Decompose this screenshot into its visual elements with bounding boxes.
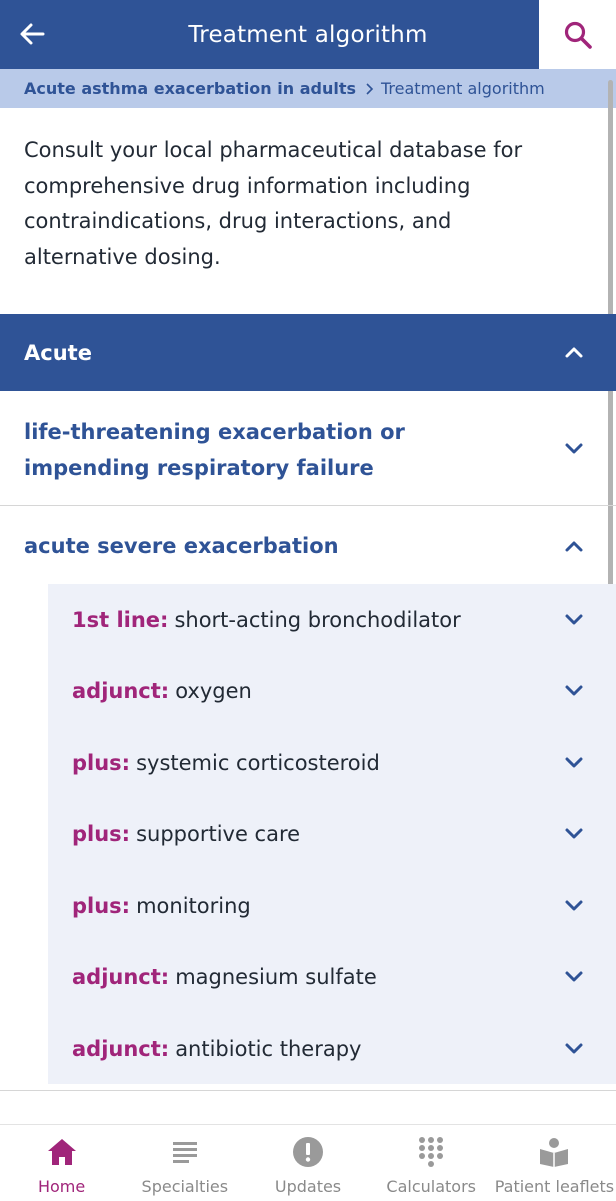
treatment-tag: plus: [72, 821, 131, 846]
treatment-text: systemic corticosteroid [136, 750, 380, 775]
nav-label: Calculators [386, 1177, 476, 1196]
nav-updates[interactable]: Updates [246, 1125, 369, 1201]
chevron-down-icon [565, 1043, 583, 1054]
leaflet-icon [537, 1135, 571, 1169]
section-title: Acute [24, 340, 92, 365]
bottom-nav: Home Specialties Updates Calculators Pat… [0, 1124, 616, 1201]
chevron-down-icon [565, 828, 583, 839]
treatment-text: antibiotic therapy [175, 1036, 362, 1061]
treatment-item[interactable]: plus: monitoring [48, 870, 616, 941]
nav-label: Updates [274, 1177, 342, 1196]
breadcrumb-current: Treatment algorithm [381, 79, 545, 98]
treatment-tag: plus: [72, 750, 131, 775]
home-icon [45, 1135, 79, 1169]
treatment-item[interactable]: adjunct: oxygen [48, 655, 616, 726]
treatment-tag: adjunct: [72, 1036, 170, 1061]
treatment-list: 1st line: short-acting bronchodilator ad… [48, 584, 616, 1084]
nav-label: Patient leaflets [494, 1177, 615, 1196]
section-header-acute[interactable]: Acute [0, 314, 616, 391]
page-title: Treatment algorithm [188, 21, 428, 48]
chevron-down-icon [565, 443, 583, 454]
treatment-text: supportive care [136, 821, 301, 846]
intro-text: Consult your local pharmaceutical databa… [24, 138, 523, 269]
group-acute-severe[interactable]: acute severe exacerbation [0, 506, 616, 584]
nav-patient-leaflets[interactable]: Patient leaflets [493, 1125, 616, 1201]
treatment-text: magnesium sulfate [175, 964, 377, 989]
breadcrumb-parent-link[interactable]: Acute asthma exacerbation in adults [24, 79, 356, 98]
treatment-text: short-acting bronchodilator [174, 607, 461, 632]
chevron-down-icon [565, 685, 583, 696]
app-bar: Treatment algorithm [0, 0, 616, 69]
treatment-tag: plus: [72, 893, 131, 918]
chevron-up-icon [565, 347, 583, 358]
treatment-tag: adjunct: [72, 964, 170, 989]
back-button[interactable] [10, 12, 54, 56]
chevron-down-icon [565, 900, 583, 911]
treatment-item[interactable]: adjunct: magnesium sulfate [48, 941, 616, 1012]
treatment-text: monitoring [136, 893, 251, 918]
treatment-text: oxygen [175, 678, 252, 703]
nav-calculators[interactable]: Calculators [370, 1125, 493, 1201]
breadcrumb: Acute asthma exacerbation in adults Trea… [0, 69, 616, 108]
group-title: acute severe exacerbation [24, 534, 339, 558]
treatment-item[interactable]: plus: systemic corticosteroid [48, 727, 616, 798]
treatment-item[interactable]: adjunct: antibiotic therapy [48, 1013, 616, 1084]
chevron-down-icon [565, 614, 583, 625]
alert-icon [291, 1135, 325, 1169]
chevron-right-icon [364, 82, 374, 95]
treatment-item[interactable]: plus: supportive care [48, 798, 616, 869]
treatment-item[interactable]: 1st line: short-acting bronchodilator [48, 584, 616, 655]
chevron-up-icon [565, 541, 583, 552]
nav-specialties[interactable]: Specialties [123, 1125, 246, 1201]
treatment-tag: adjunct: [72, 678, 170, 703]
search-icon [564, 21, 592, 49]
group-life-threatening[interactable]: life-threatening exacerbation or impendi… [0, 391, 616, 506]
chevron-down-icon [565, 757, 583, 768]
nav-home[interactable]: Home [0, 1125, 123, 1201]
list-icon [168, 1135, 202, 1169]
chevron-down-icon [565, 971, 583, 982]
group-title: life-threatening exacerbation or impendi… [24, 420, 405, 480]
nav-label: Specialties [141, 1177, 229, 1196]
nav-label: Home [37, 1177, 86, 1196]
treatment-tag: 1st line: [72, 607, 169, 632]
back-arrow-icon [20, 23, 45, 45]
search-button[interactable] [539, 0, 616, 69]
keypad-icon [414, 1135, 448, 1169]
divider [0, 1090, 616, 1091]
